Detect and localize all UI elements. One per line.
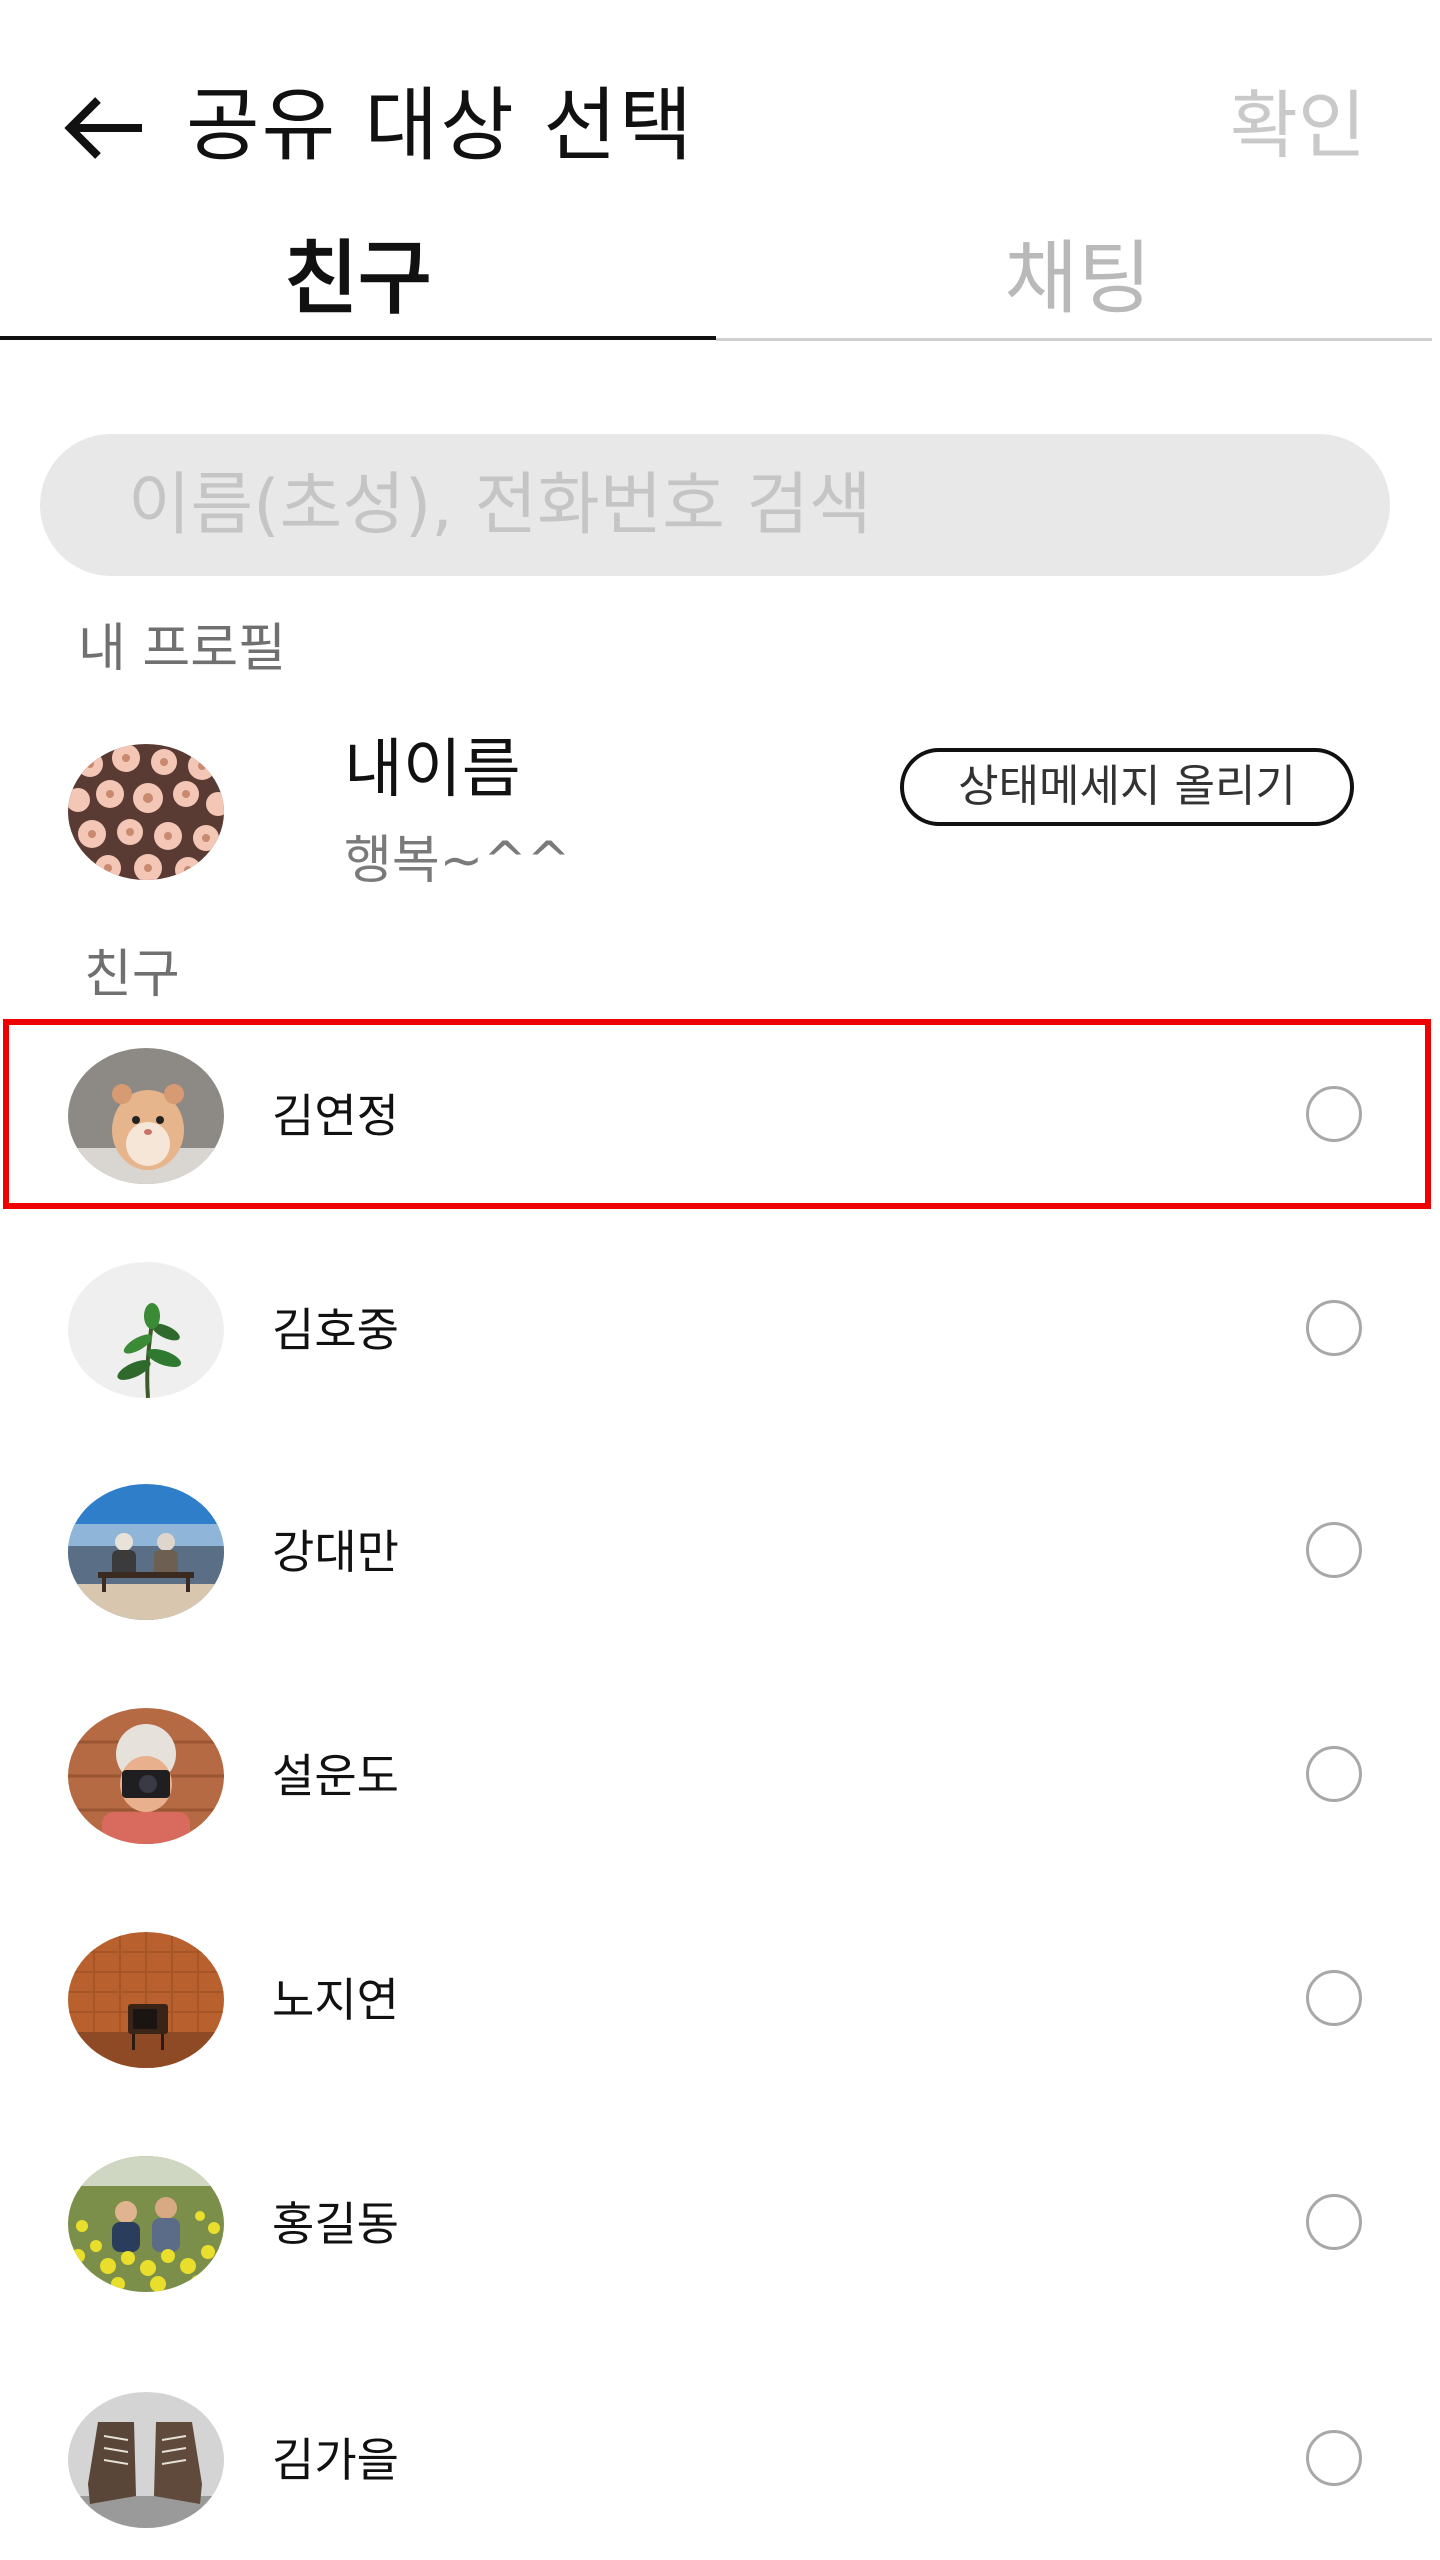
- my-profile-status: 행복~^^: [344, 831, 571, 891]
- my-profile-name: 내이름: [344, 733, 521, 807]
- friend-avatar: [68, 1484, 224, 1620]
- post-status-message-button[interactable]: 상태메세지 올리기: [900, 748, 1354, 826]
- my-profile-avatar[interactable]: [68, 744, 224, 880]
- select-radio[interactable]: [1306, 1746, 1362, 1802]
- couple-on-bench-photo: [68, 1484, 224, 1620]
- active-tab-indicator: [0, 336, 716, 340]
- friend-row-5[interactable]: 노지연: [0, 1910, 1440, 2090]
- friend-avatar: [68, 1708, 224, 1844]
- select-radio[interactable]: [1306, 1522, 1362, 1578]
- retro-tv-photo: [68, 1932, 224, 2068]
- selection-highlight: [3, 1019, 1431, 1209]
- tab-chat[interactable]: 채팅: [716, 224, 1440, 344]
- friend-row-6[interactable]: 홍길동: [0, 2134, 1440, 2314]
- tab-friends[interactable]: 친구: [0, 224, 716, 344]
- friend-name: 홍길동: [272, 2197, 399, 2251]
- friend-name: 김가을: [272, 2433, 399, 2487]
- friend-name: 노지연: [272, 1973, 399, 2027]
- friend-name: 강대만: [272, 1525, 399, 1579]
- friends-section-label: 친구: [84, 945, 180, 1005]
- page-title: 공유 대상 선택: [186, 79, 695, 172]
- search-input[interactable]: [128, 434, 1358, 576]
- friend-row-2[interactable]: 김호중: [0, 1240, 1440, 1420]
- confirm-button[interactable]: 확인: [1230, 76, 1366, 176]
- friend-row-4[interactable]: 설운도: [0, 1686, 1440, 1866]
- select-radio[interactable]: [1306, 1300, 1362, 1356]
- select-radio[interactable]: [1306, 2194, 1362, 2250]
- search-bar[interactable]: [40, 434, 1390, 576]
- select-radio[interactable]: [1306, 2430, 1362, 2486]
- flowers-photo: [68, 744, 224, 880]
- friend-avatar: [68, 1262, 224, 1398]
- woman-with-camera-photo: [68, 1708, 224, 1844]
- friend-row-7[interactable]: 김가을: [0, 2370, 1440, 2550]
- friend-row-3[interactable]: 강대만: [0, 1462, 1440, 1642]
- boots-photo: [68, 2392, 224, 2528]
- friend-name: 김호중: [272, 1303, 399, 1357]
- back-button[interactable]: [58, 88, 148, 168]
- friend-avatar: [68, 2156, 224, 2292]
- tab-divider: [716, 338, 1432, 341]
- couple-in-flowers-photo: [68, 2156, 224, 2292]
- friend-avatar: [68, 2392, 224, 2528]
- arrow-left-icon: [64, 97, 142, 159]
- friend-avatar: [68, 1932, 224, 2068]
- my-profile-section-label: 내 프로필: [78, 619, 286, 679]
- friend-name: 설운도: [272, 1749, 399, 1803]
- plant-photo: [68, 1262, 224, 1398]
- select-radio[interactable]: [1306, 1970, 1362, 2026]
